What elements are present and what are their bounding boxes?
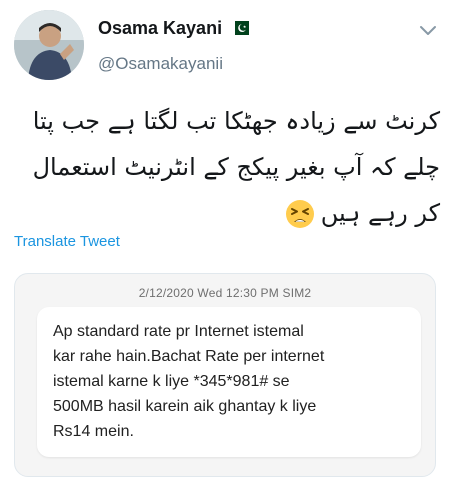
tweet-line-with-emoji: کر رہے ہیں [14, 190, 440, 236]
avatar-photo [14, 10, 84, 80]
display-name[interactable]: Osama Kayani [98, 18, 222, 39]
tired-face-emoji-icon [285, 199, 315, 229]
author-handle[interactable]: @Osamakayanii [98, 54, 223, 74]
tweet-line: کرنٹ سے زیادہ جھٹکا تب لگتا ہے جب پتا [32, 107, 440, 135]
sms-line: Rs14 mein. [53, 423, 134, 440]
sms-message-bubble: Ap standard rate pr Internet istemal kar… [37, 307, 421, 457]
sms-message-text: Ap standard rate pr Internet istemal kar… [53, 319, 413, 444]
pakistan-flag-icon [230, 21, 250, 35]
translate-tweet-link[interactable]: Translate Tweet [14, 233, 120, 250]
tweet-text: کرنٹ سے زیادہ جھٹکا تب لگتا ہے جب پتا چل… [14, 98, 440, 236]
sms-line: kar rahe hain.Bachat Rate per internet [53, 348, 325, 365]
tweet-line: کر رہے ہیں [320, 199, 440, 227]
tweet-media-card[interactable]: 2/12/2020 Wed 12:30 PM SIM2 Ap standard … [14, 273, 436, 477]
avatar[interactable] [14, 10, 84, 80]
tweet-line: چلے کہ آپ بغیر پیکج کے انٹرنیٹ استعمال [32, 153, 440, 181]
chevron-down-icon[interactable] [418, 24, 438, 38]
sms-timestamp: 2/12/2020 Wed 12:30 PM SIM2 [138, 286, 312, 300]
sms-line: Ap standard rate pr Internet istemal [53, 323, 304, 340]
sms-line: 500MB hasil karein aik ghantay k liye [53, 398, 317, 415]
author-name-row: Osama Kayani [98, 16, 250, 40]
sms-line: istemal karne k liye *345*981# se [53, 373, 290, 390]
